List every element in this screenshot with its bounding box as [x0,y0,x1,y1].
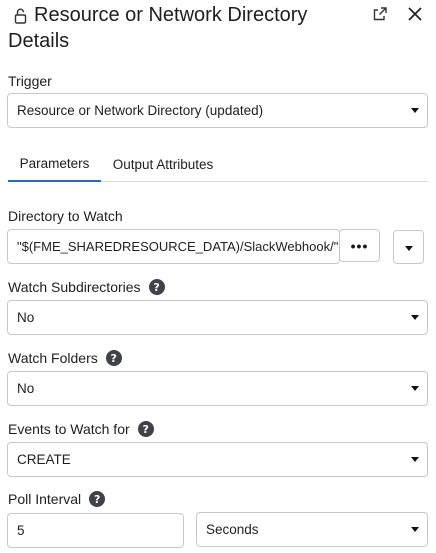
poll-interval-unit-value: Seconds [206,522,259,537]
watch-subdirectories-label: Watch Subdirectories ? [8,279,165,295]
popout-button[interactable] [368,4,392,28]
watch-folders-label-text: Watch Folders [8,350,98,366]
tab-bar: Parameters Output Attributes [8,146,428,182]
events-value: CREATE [17,452,71,467]
tab-parameters[interactable]: Parameters [8,146,101,182]
browse-button[interactable]: ••• [339,229,380,262]
trigger-label-text: Trigger [8,73,52,89]
title-line-2: Details [8,30,70,52]
directory-label: Directory to Watch [8,208,123,224]
title-row: Resource or Network Directory Details [8,2,428,54]
poll-interval-input[interactable]: 5 [7,513,184,548]
watch-subdirectories-label-text: Watch Subdirectories [8,279,141,295]
tab-parameters-label: Parameters [19,155,90,171]
watch-folders-label: Watch Folders ? [8,350,122,366]
watch-subdirectories-select[interactable]: No [7,300,428,335]
page-title: Resource or Network Directory Details [8,2,338,54]
trigger-select[interactable]: Resource or Network Directory (updated) [7,93,428,128]
poll-interval-value: 5 [17,523,25,538]
help-icon[interactable]: ? [105,350,122,366]
events-select[interactable]: CREATE [7,442,428,477]
help-icon[interactable]: ? [148,279,165,295]
chevron-down-icon [411,315,419,320]
title-line-1: Resource or Network Directory [34,4,308,26]
events-label: Events to Watch for ? [8,421,154,437]
help-icon[interactable]: ? [137,421,154,437]
chevron-down-icon [411,108,419,113]
poll-interval-label-text: Poll Interval [8,491,82,507]
poll-interval-label: Poll Interval ? [8,491,106,507]
ellipsis-icon: ••• [350,237,369,254]
chevron-down-icon [411,386,419,391]
directory-input-value: "$(FME_SHAREDRESOURCE_DATA)/SlackWebhook… [17,239,339,254]
directory-label-text: Directory to Watch [8,208,123,224]
watch-subdirectories-value: No [17,310,35,325]
events-label-text: Events to Watch for [8,421,130,437]
tab-output-attributes-label: Output Attributes [112,156,214,172]
watch-folders-select[interactable]: No [7,371,428,406]
poll-interval-unit-select[interactable]: Seconds [196,512,428,547]
popout-icon [372,6,388,27]
directory-options-dropdown[interactable] [393,230,424,264]
close-button[interactable] [403,4,427,28]
trigger-label: Trigger [8,73,52,89]
chevron-down-icon [411,457,419,462]
chevron-down-icon [405,246,413,251]
watch-folders-value: No [17,381,35,396]
panel-header: Resource or Network Directory Details [8,2,428,54]
tab-output-attributes[interactable]: Output Attributes [108,146,218,182]
trigger-select-value: Resource or Network Directory (updated) [17,103,264,118]
help-icon[interactable]: ? [89,491,106,507]
chevron-down-icon [411,527,419,532]
close-icon [407,6,423,27]
unlock-icon[interactable] [14,8,28,24]
directory-input[interactable]: "$(FME_SHAREDRESOURCE_DATA)/SlackWebhook… [7,229,340,264]
